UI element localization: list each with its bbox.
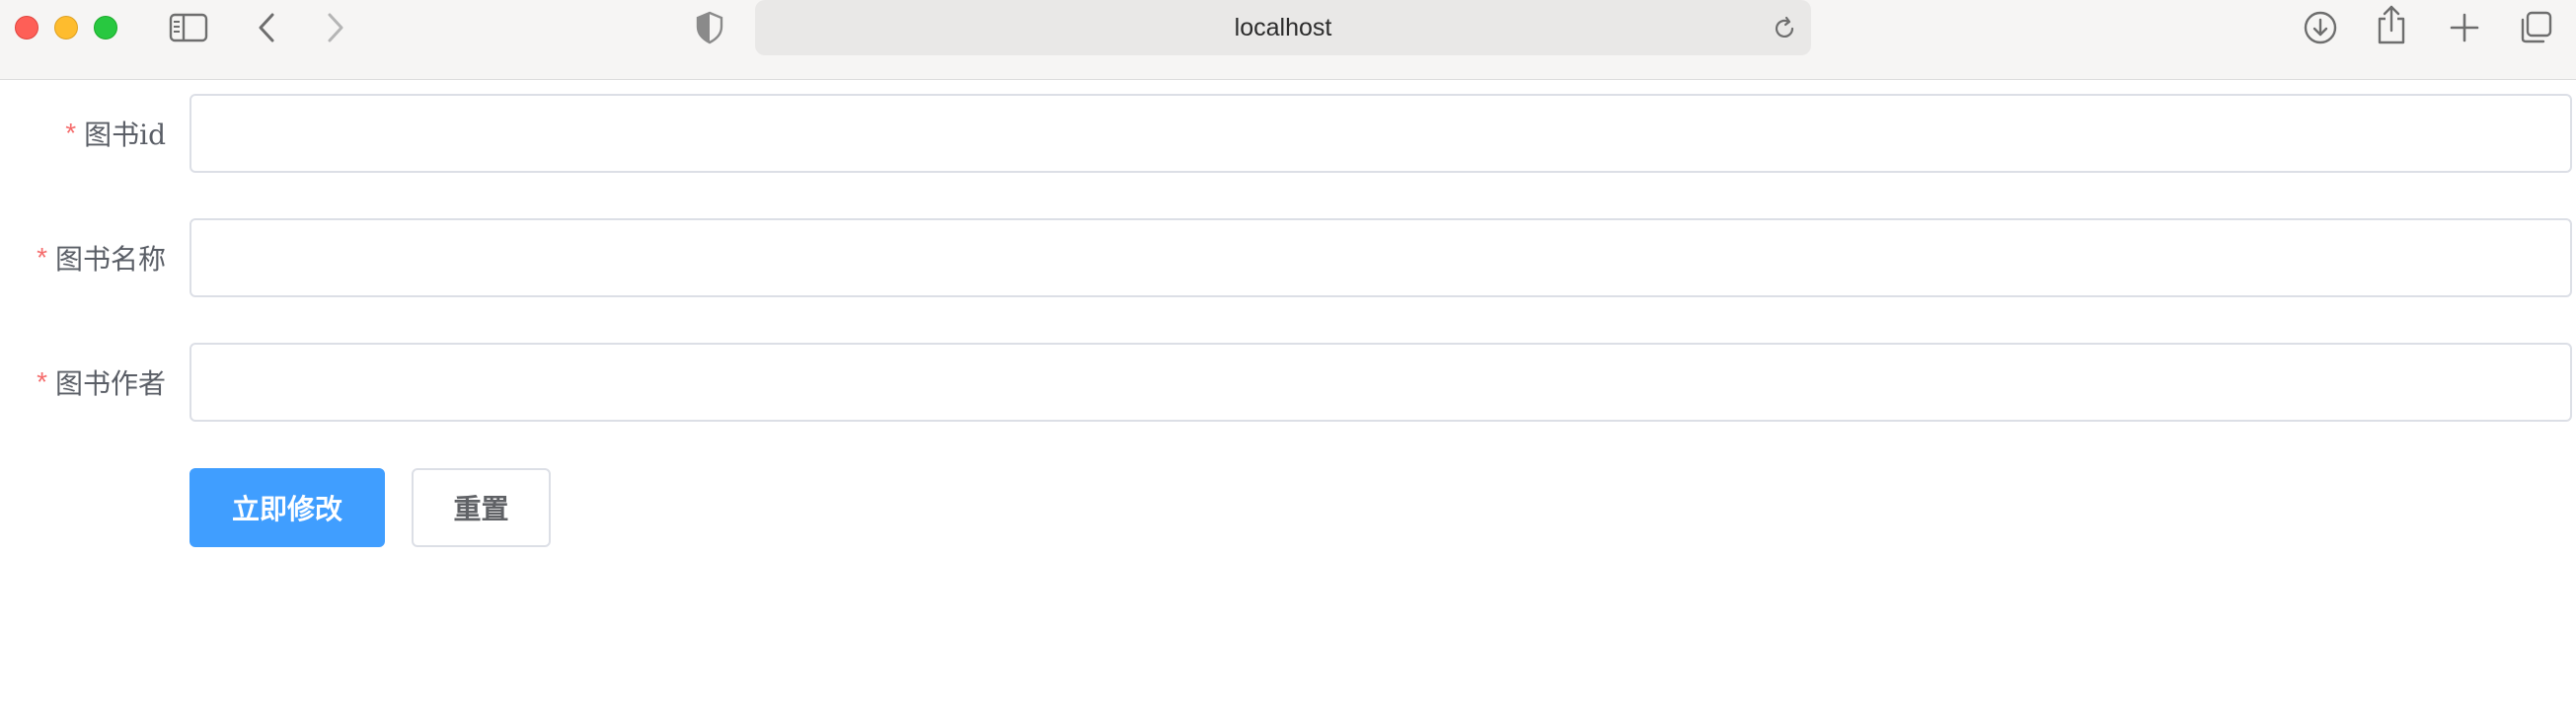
address-bar-url[interactable]: localhost: [755, 0, 1811, 55]
window-maximize-button[interactable]: [94, 16, 117, 40]
form-row-book-id: * 图书id: [0, 94, 2576, 173]
book-author-input[interactable]: [189, 343, 2572, 422]
book-id-input[interactable]: [189, 94, 2572, 173]
book-name-input[interactable]: [189, 218, 2572, 297]
book-author-label: * 图书作者: [37, 343, 166, 422]
book-author-label-text: 图书作者: [54, 367, 166, 400]
book-name-label: * 图书名称: [37, 218, 166, 297]
share-icon[interactable]: [2374, 2, 2409, 47]
chevron-right-icon[interactable]: [321, 8, 350, 47]
reset-button[interactable]: 重置: [412, 468, 551, 547]
required-mark: *: [37, 366, 47, 397]
reload-icon[interactable]: [1770, 14, 1799, 43]
tabs-icon[interactable]: [2516, 8, 2555, 47]
sidebar-icon[interactable]: [166, 10, 211, 45]
book-id-label: * 图书id: [65, 94, 166, 173]
required-mark: *: [37, 242, 47, 273]
address-bar[interactable]: localhost: [755, 0, 1811, 55]
shield-icon[interactable]: [694, 9, 725, 46]
form-row-book-author: * 图书作者: [0, 343, 2576, 422]
book-name-label-text: 图书名称: [54, 243, 166, 276]
window-minimize-button[interactable]: [54, 16, 78, 40]
book-id-label-text: 图书id: [84, 119, 166, 151]
plus-icon[interactable]: [2445, 8, 2484, 47]
download-icon[interactable]: [2301, 8, 2340, 47]
chevron-left-icon[interactable]: [252, 8, 281, 47]
submit-edit-button[interactable]: 立即修改: [189, 468, 385, 547]
required-mark: *: [65, 118, 77, 148]
form-row-book-name: * 图书名称: [0, 218, 2576, 297]
browser-toolbar: localhost: [0, 0, 2576, 80]
window-close-button[interactable]: [15, 16, 38, 40]
